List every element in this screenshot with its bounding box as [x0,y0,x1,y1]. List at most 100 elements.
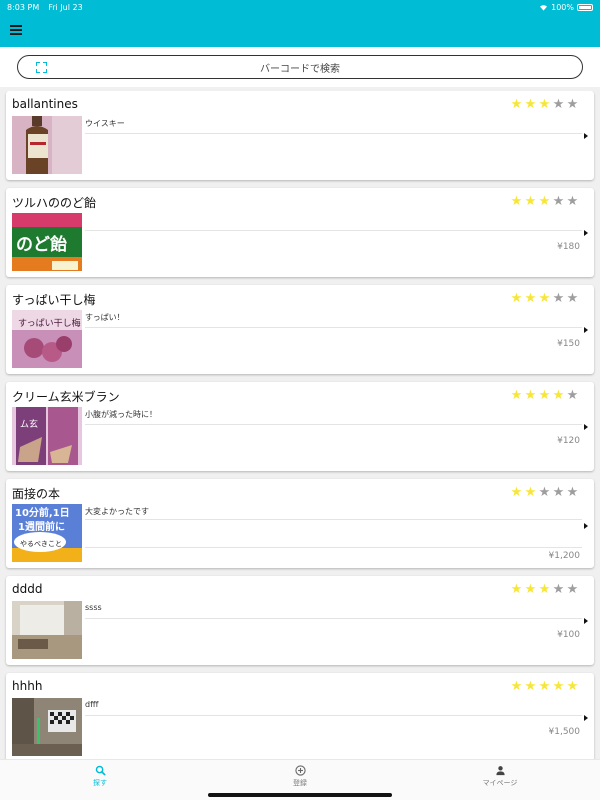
rating-stars: ★ ★ ★ ★ ★ [510,292,579,305]
star-icon: ★ [510,582,523,597]
search-area: バーコードで検索 [0,47,600,87]
item-title: hhhh [12,679,43,693]
divider [85,547,582,548]
star-icon: ★ [538,679,551,694]
divider [85,618,582,619]
nav-search-label: 探す [93,779,107,787]
svg-text:やるべきこと: やるべきこと [20,540,62,548]
item-thumbnail: ム玄 [12,407,82,465]
item-price: ¥120 [557,436,580,446]
item-title: すっぱい干し梅 [12,293,96,307]
svg-text:すっぱい干し梅: すっぱい干し梅 [18,317,81,329]
divider [85,327,582,328]
star-icon: ★ [510,291,523,306]
chevron-right-icon [584,618,588,624]
star-icon: ★ [566,388,579,403]
star-icon: ★ [566,291,579,306]
item-title: 面接の本 [12,487,61,501]
list-item[interactable]: クリーム玄米ブラン ★ ★ ★ ★ ★ ム玄 小腹が減った時に！ ¥120 [6,382,594,471]
star-icon: ★ [524,582,537,597]
star-icon: ★ [552,194,565,209]
item-thumbnail: のど飴 [12,213,82,271]
item-title: dddd [12,582,43,596]
star-icon: ★ [552,582,565,597]
divider [85,133,582,134]
list-item[interactable]: すっぱい干し梅 ★ ★ ★ ★ ★ すっぱい干し梅 すっぱい！ ¥150 [6,285,594,374]
star-icon: ★ [552,388,565,403]
star-icon: ★ [566,194,579,209]
item-price: ¥150 [557,339,580,349]
svg-text:ム玄: ム玄 [20,418,38,430]
status-date: Fri Jul 23 [48,2,83,12]
barcode-search-label: バーコードで検索 [260,63,340,75]
list-item[interactable]: ツルハののど飴 ★ ★ ★ ★ ★ のど飴 ¥180 [6,188,594,277]
rating-stars: ★ ★ ★ ★ ★ [510,389,579,402]
star-icon: ★ [524,679,537,694]
star-icon: ★ [510,485,523,500]
star-icon: ★ [566,582,579,597]
star-icon: ★ [538,485,551,500]
item-title: ballantines [12,97,78,111]
item-comment: ウイスキー [85,119,125,128]
status-bar: 8:03 PM Fri Jul 23 100% [0,0,600,14]
app-bar [0,14,600,47]
star-icon: ★ [538,194,551,209]
menu-icon[interactable] [10,25,22,35]
chevron-right-icon [584,523,588,529]
list-item[interactable]: ballantines ★ ★ ★ ★ ★ ウイスキー [6,91,594,180]
star-icon: ★ [538,582,551,597]
item-thumbnail [12,601,82,659]
star-icon: ★ [510,194,523,209]
barcode-scan-icon [36,62,47,73]
star-icon: ★ [510,97,523,112]
item-thumbnail [12,698,82,756]
nav-register-label: 登録 [293,779,307,787]
rating-stars: ★ ★ ★ ★ ★ [510,583,579,596]
barcode-search-button[interactable]: バーコードで検索 [17,55,583,79]
star-icon: ★ [552,291,565,306]
star-icon: ★ [566,97,579,112]
search-icon [95,765,106,776]
nav-search[interactable]: 探す [0,760,200,800]
star-icon: ★ [552,97,565,112]
divider [85,519,582,520]
nav-mypage[interactable]: マイページ [400,760,600,800]
battery-percent: 100% [551,2,574,12]
item-list[interactable]: ballantines ★ ★ ★ ★ ★ ウイスキー ツルハののど飴 ★ ★ ★ ★ ★ のど飴 ¥180… [0,91,600,759]
status-right: 100% [539,3,593,12]
home-indicator [208,793,392,797]
list-item[interactable]: hhhh ★ ★ ★ ★ ★ dfff ¥1,500 [6,673,594,759]
star-icon: ★ [510,388,523,403]
item-comment: dfff [85,700,99,709]
star-icon: ★ [524,194,537,209]
rating-stars: ★ ★ ★ ★ ★ [510,98,579,111]
item-thumbnail: 10分前,1日 1週間前に やるべきこと [12,504,82,562]
chevron-right-icon [584,230,588,236]
star-icon: ★ [524,388,537,403]
list-item[interactable]: dddd ★ ★ ★ ★ ★ ssss ¥100 [6,576,594,665]
item-comment: すっぱい！ [85,313,125,322]
star-icon: ★ [566,679,579,694]
nav-mypage-label: マイページ [482,779,518,787]
list-item[interactable]: 面接の本 ★ ★ ★ ★ ★ 10分前,1日 1週間前に やるべきこと 大変よかったです ¥1,20… [6,479,594,568]
star-icon: ★ [524,291,537,306]
status-time: 8:03 PM [7,2,40,12]
item-price: ¥100 [557,630,580,640]
chevron-right-icon [584,424,588,430]
star-icon: ★ [524,97,537,112]
star-icon: ★ [524,485,537,500]
svg-text:のど飴: のど飴 [16,234,67,255]
item-comment: ssss [85,603,102,612]
divider [85,424,582,425]
person-icon [495,766,505,776]
item-comment: 大変よかったです [85,507,149,516]
rating-stars: ★ ★ ★ ★ ★ [510,486,579,499]
star-icon: ★ [538,97,551,112]
chevron-right-icon [584,327,588,333]
star-icon: ★ [510,679,523,694]
item-title: クリーム玄米ブラン [12,390,120,404]
add-circle-icon [294,765,306,776]
chevron-right-icon [584,133,588,139]
item-comment: 小腹が減った時に！ [85,410,157,419]
chevron-right-icon [584,715,588,721]
